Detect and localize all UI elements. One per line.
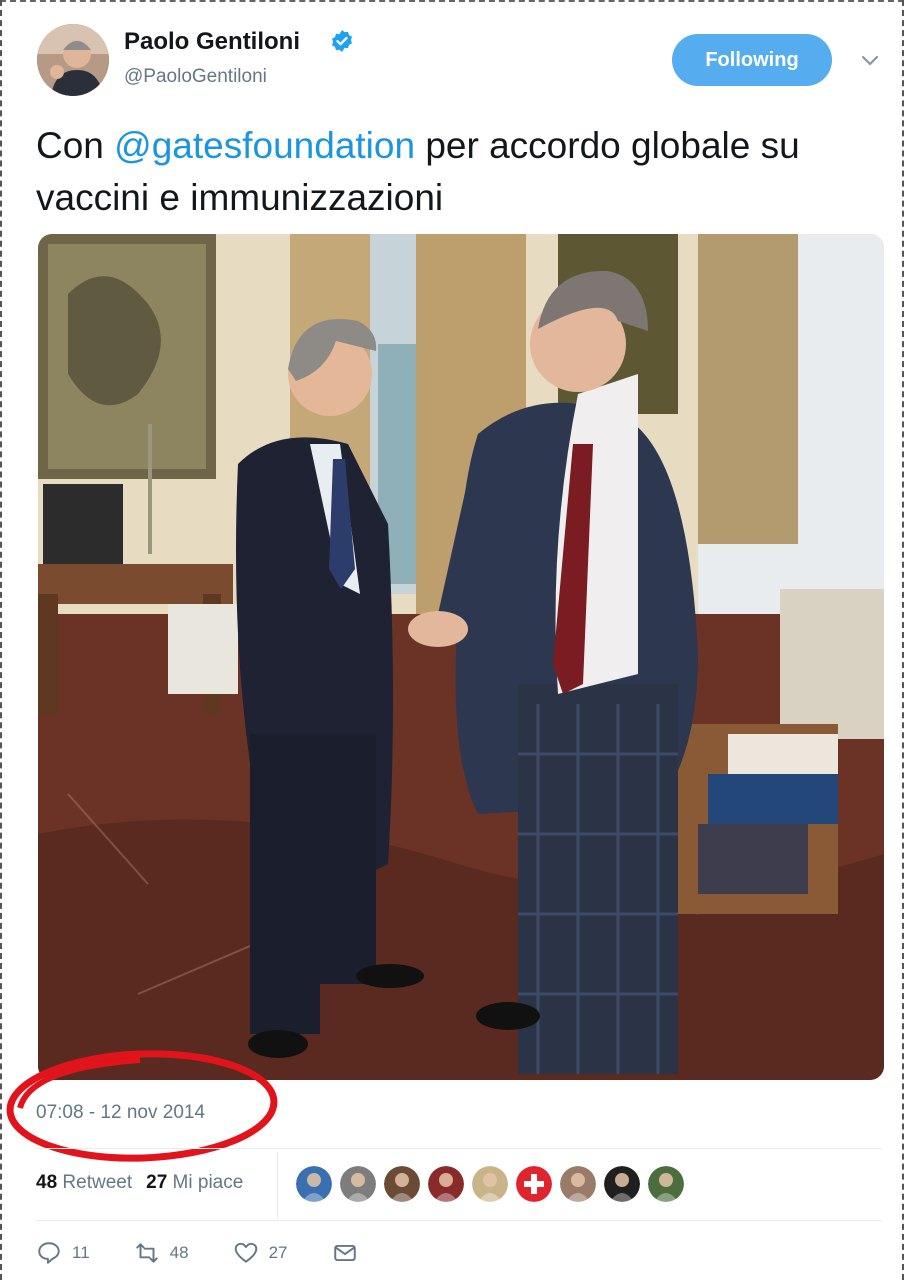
tweet-timestamp[interactable]: 07:08 - 12 nov 2014 (36, 1102, 205, 1124)
liker-avatar[interactable] (472, 1166, 508, 1202)
like-stat-label: Mi piace (172, 1172, 244, 1193)
liker-avatar[interactable] (340, 1166, 376, 1202)
like-stat[interactable]: 27 Mi piace (146, 1172, 243, 1194)
author-name[interactable]: Paolo Gentiloni (124, 28, 300, 56)
direct-message-action[interactable] (332, 1240, 358, 1266)
liker-avatar[interactable] (428, 1166, 464, 1202)
divider-bottom (36, 1220, 882, 1221)
dashed-border-left (0, 0, 2, 1280)
like-stat-count: 27 (146, 1172, 168, 1193)
liker-avatar[interactable] (648, 1166, 684, 1202)
tweet-photo[interactable] (38, 234, 884, 1080)
retweet-count: 48 (169, 1243, 189, 1262)
retweet-stat-label: Retweet (62, 1172, 133, 1193)
like-count: 27 (268, 1243, 288, 1262)
liker-avatar[interactable] (560, 1166, 596, 1202)
retweet-stat-count: 48 (36, 1172, 58, 1193)
liker-avatar[interactable] (384, 1166, 420, 1202)
dashed-border-top (0, 0, 904, 2)
reply-count: 11 (72, 1243, 90, 1262)
liker-avatar[interactable] (604, 1166, 640, 1202)
divider-top (36, 1148, 882, 1149)
retweet-action[interactable]: 48 (134, 1240, 189, 1266)
like-action[interactable]: 27 (233, 1240, 288, 1266)
retweet-stat[interactable]: 48 Retweet (36, 1172, 132, 1194)
likers-avatars (296, 1166, 684, 1202)
liker-avatar[interactable] (516, 1166, 552, 1202)
verified-badge-icon (332, 30, 352, 52)
avatar[interactable] (37, 24, 109, 96)
chevron-down-icon[interactable] (858, 48, 882, 72)
tweet-text: Con @gatesfoundation per accordo globale… (36, 120, 888, 224)
envelope-icon (333, 1244, 356, 1262)
reply-icon (38, 1242, 60, 1264)
tweet-text-prefix: Con (36, 125, 115, 166)
retweet-icon (135, 1243, 158, 1263)
liker-avatar[interactable] (296, 1166, 332, 1202)
following-button[interactable]: Following (672, 34, 832, 86)
reply-action[interactable]: 11 (36, 1240, 90, 1266)
stats-separator (277, 1152, 278, 1218)
tweet-stats: 48 Retweet 27 Mi piace (36, 1172, 243, 1194)
tweet-actions: 11 48 27 (36, 1240, 402, 1266)
author-handle[interactable]: @PaoloGentiloni (124, 66, 267, 88)
heart-icon (234, 1242, 257, 1263)
mention-link[interactable]: @gatesfoundation (114, 125, 415, 166)
